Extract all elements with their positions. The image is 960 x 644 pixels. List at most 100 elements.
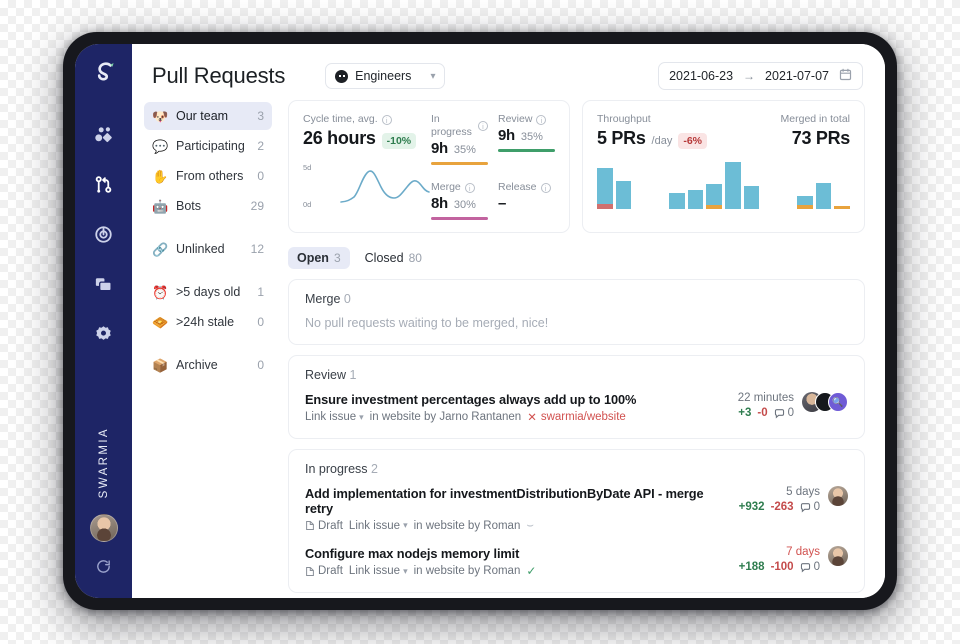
calendar-icon[interactable] [839,68,852,84]
stage-label: Review [498,113,533,125]
info-icon[interactable]: i [540,182,551,193]
pr-row[interactable]: Configure max nodejs memory limit Draft [305,546,848,578]
sidebar-item-count: 0 [257,169,264,183]
sidebar-item-count: 3 [257,109,264,123]
cycle-time-label-row: Cycle time, avg. i [303,113,431,126]
stage-value-row: 9h 35% [498,127,555,144]
sparkline-ymax-label: 5d [303,163,312,173]
link-issue-label: Link issue [348,565,401,578]
comment-icon [774,408,784,419]
info-icon[interactable]: i [478,121,488,132]
cycle-time-card: Cycle time, avg. i 26 hours -10% 5d 0d I… [288,100,570,234]
pr-diff: +3 -0 0 [738,407,794,419]
robot-icon: 🤖 [152,198,169,214]
gear-icon[interactable] [84,314,124,354]
link-issue-button[interactable]: Link issue ▾ [349,520,408,532]
panel-title-label: Merge [305,292,341,307]
tab-closed[interactable]: Closed 80 [356,247,431,269]
pr-title[interactable]: Add implementation for investmentDistrib… [305,486,729,516]
pr-additions: +3 [738,407,752,420]
pr-repo-label: swarmia/website [540,411,626,424]
cycle-time-value: 26 hours [303,128,376,149]
avatar[interactable] [828,546,848,567]
close-x-icon: ✕ [527,412,537,425]
cycle-time-label: Cycle time, avg. [303,113,378,125]
sidebar-item-unlinked[interactable]: 🔗 Unlinked 12 [144,235,272,263]
merged-total-value: 73 PRs [791,128,851,149]
sidebar-item-insights[interactable] [84,214,124,254]
throughput-label: Throughput [597,113,651,125]
sidebar-item-24h-stale[interactable]: 🧇 >24h stale 0 [144,308,272,336]
pr-main: Add implementation for investmentDistrib… [305,486,729,532]
stage-merge: Merge i 8h 30% [431,181,488,221]
avatar[interactable]: 🔍 [828,392,848,413]
pr-draft-badge: Draft [305,520,343,532]
sidebar-item-label: From others [176,169,244,183]
pr-title[interactable]: Configure max nodejs memory limit [305,546,729,561]
bar [597,168,613,210]
pr-right: 7 days +188 -100 0 [729,546,848,573]
pr-where: in website by Roman [413,519,521,532]
team-filter-label: Engineers [355,69,412,83]
pr-draft-badge: Draft [305,565,343,577]
cycle-time-delta-badge: -10% [381,133,417,150]
info-icon[interactable]: i [464,182,475,193]
sidebar-item-participating[interactable]: 💬 Participating 2 [144,132,272,160]
tab-label: Closed [364,251,404,266]
pr-deletions: -263 [770,501,794,514]
panel-title: In progress 2 [305,462,848,476]
sidebar-item-label: Our team [176,109,229,123]
sidebar-item-archive[interactable]: 📦 Archive 0 [144,351,272,379]
refresh-icon[interactable] [95,558,112,580]
date-range-picker[interactable]: 2021-06-23 → 2021-07-07 [658,62,863,90]
throughput-left: Throughput 5 PRs /day -6% [597,113,781,150]
bar [834,206,850,210]
cycle-time-primary: Cycle time, avg. i 26 hours -10% 5d 0d [303,113,431,220]
check-icon: ✓ [526,564,537,579]
sidebar-divider [144,338,272,351]
pr-title[interactable]: Ensure investment percentages always add… [305,392,728,407]
panel-count: 2 [371,462,378,477]
link-issue-label: Link issue [348,519,401,532]
date-range-start[interactable]: 2021-06-23 [669,69,733,83]
throughput-bar-chart [597,157,850,210]
bar [669,193,685,210]
page-title: Pull Requests [152,63,286,88]
stage-value: 8h [431,195,448,213]
link-issue-button[interactable]: Link issue ▾ [305,411,364,423]
chevron-down-icon: ▾ [430,70,436,82]
link-issue-button[interactable]: Link issue ▾ [349,565,408,577]
pr-main: Ensure investment percentages always add… [305,392,728,424]
team-avatar-icon [335,69,349,83]
stage-label: Merge [431,181,461,194]
date-range-end[interactable]: 2021-07-07 [765,69,829,83]
cycle-time-value-row: 26 hours -10% [303,128,431,150]
swarmia-logo-icon[interactable] [89,58,119,93]
sidebar-item-5-days-old[interactable]: ⏰ >5 days old 1 [144,278,272,306]
pr-row[interactable]: Ensure investment percentages always add… [305,392,848,424]
info-icon[interactable]: i [381,114,392,125]
avatar[interactable] [828,486,848,507]
sidebar-item-count: 29 [250,199,264,213]
sidebar-item-pull-requests[interactable] [84,164,124,204]
avatar[interactable] [89,514,118,542]
pr-deletions: -100 [770,561,794,574]
pr-row[interactable]: Add implementation for investmentDistrib… [305,486,848,532]
info-icon[interactable]: i [536,114,547,125]
top-bar: Pull Requests Engineers ▾ 2021-06-23 → 2… [132,44,885,96]
sidebar-item-apps[interactable] [84,114,124,154]
pr-repo[interactable]: ✕ swarmia/website [527,410,626,424]
cycle-time-sparkline: 5d 0d [303,163,431,211]
stage-value-row: – [498,195,555,212]
sidebar-item-from-others[interactable]: ✋ From others 0 [144,162,272,190]
tab-open[interactable]: Open 3 [288,247,350,270]
throughput-unit: /day [651,135,673,148]
panel-merge: Merge 0 No pull requests waiting to be m… [288,279,865,346]
team-filter-button[interactable]: Engineers ▾ [325,63,446,89]
stage-value: – [498,195,507,213]
tab-count: 3 [333,251,341,266]
panel-in-progress: In progress 2 Add implementation for inv… [288,449,865,594]
sidebar-item-bots[interactable]: 🤖 Bots 29 [144,192,272,220]
sidebar-item-projects[interactable] [84,264,124,304]
sidebar-item-our-team[interactable]: 🐶 Our team 3 [144,102,272,130]
